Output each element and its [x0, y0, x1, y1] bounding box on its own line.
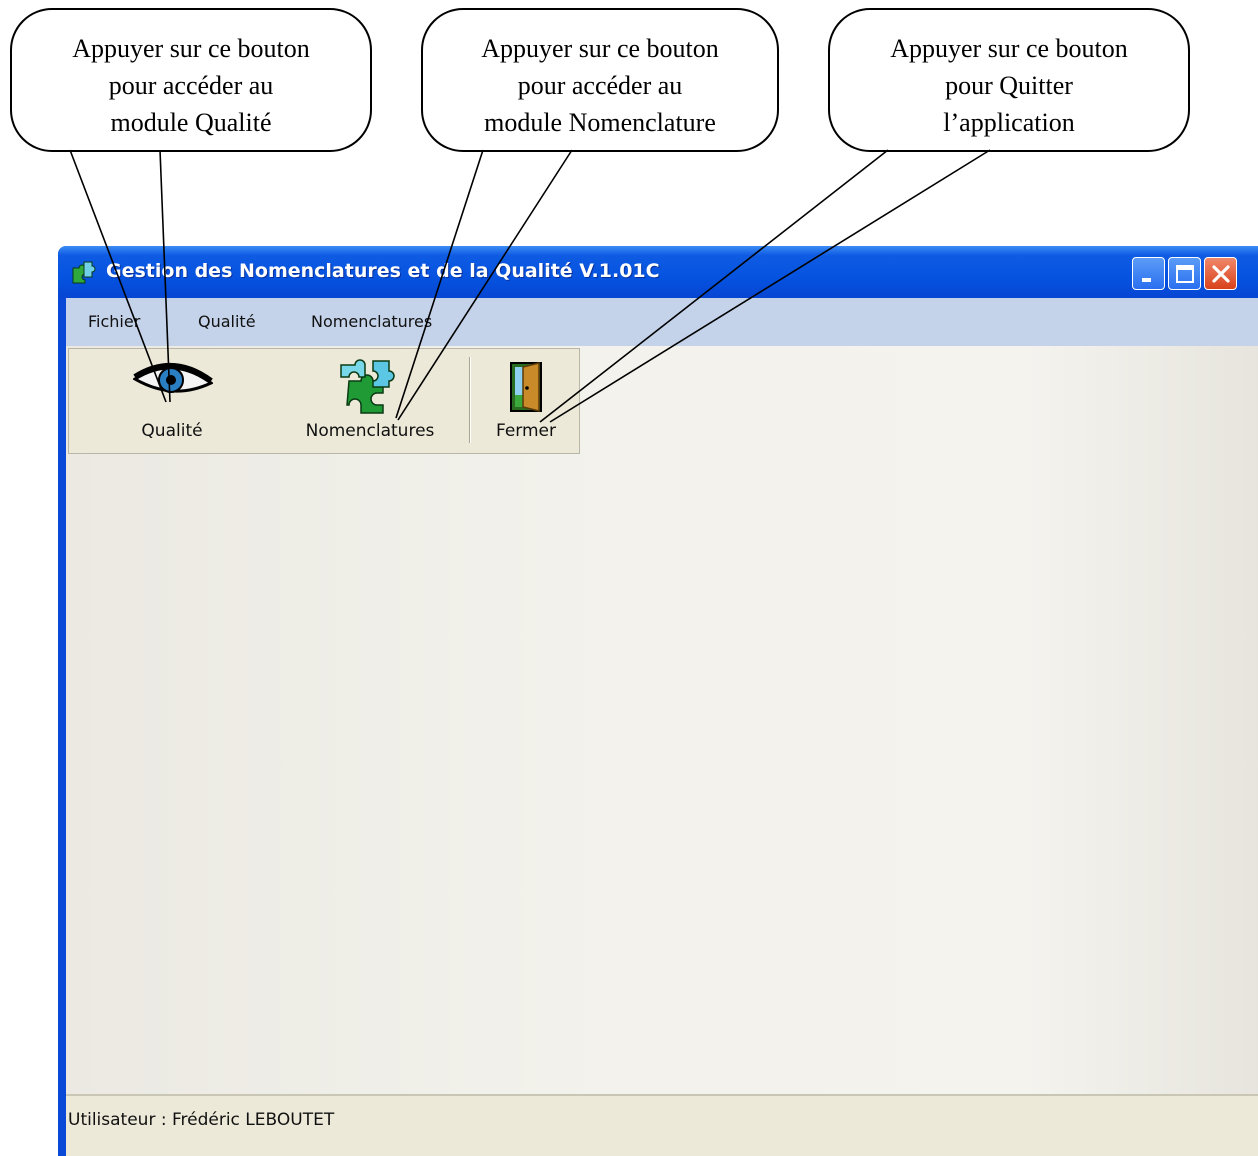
menu-bar: Fichier Qualité Nomenclatures	[66, 298, 1258, 346]
door-icon	[509, 361, 543, 417]
status-bar: Utilisateur : Frédéric LEBOUTET	[66, 1094, 1258, 1156]
app-window: Gestion des Nomenclatures et de la Quali…	[58, 246, 1258, 1156]
callout-line: module Qualité	[110, 108, 272, 137]
nomenclatures-label: Nomenclatures	[305, 421, 435, 441]
callout-quitter: Appuyer sur ce bouton pour Quitter l’app…	[828, 8, 1190, 152]
callout-line: pour Quitter	[945, 71, 1073, 100]
status-user: Utilisateur : Frédéric LEBOUTET	[68, 1110, 335, 1130]
callout-line: Appuyer sur ce bouton	[890, 34, 1128, 63]
client-area: Fichier Qualité Nomenclatures Qualité No…	[66, 298, 1258, 1156]
callout-line: module Nomenclature	[484, 108, 716, 137]
window-title: Gestion des Nomenclatures et de la Quali…	[106, 260, 660, 282]
minimize-icon	[1142, 278, 1151, 282]
puzzle-icon	[70, 260, 100, 288]
eye-icon	[132, 361, 214, 405]
callout-line: Appuyer sur ce bouton	[72, 34, 310, 63]
qualite-label: Qualité	[141, 421, 203, 441]
callout-line: Appuyer sur ce bouton	[481, 34, 719, 63]
qualite-button[interactable]: Qualité	[69, 349, 275, 453]
callout-nomenclature: Appuyer sur ce bouton pour accéder au mo…	[421, 8, 779, 152]
maximize-button[interactable]	[1168, 257, 1201, 290]
close-button[interactable]	[1204, 257, 1237, 290]
nomenclatures-button[interactable]: Nomenclatures	[275, 349, 465, 453]
fermer-button[interactable]: Fermer	[473, 349, 579, 453]
toolbar-separator	[469, 357, 471, 443]
menu-nomenclatures[interactable]: Nomenclatures	[311, 312, 432, 331]
fermer-label: Fermer	[495, 421, 556, 441]
callout-line: pour accéder au	[517, 71, 683, 100]
title-bar[interactable]: Gestion des Nomenclatures et de la Quali…	[58, 246, 1258, 298]
menu-fichier[interactable]: Fichier	[88, 312, 140, 331]
callout-line: l’application	[943, 108, 1075, 137]
callout-line: pour accéder au	[108, 71, 274, 100]
close-icon	[1212, 265, 1230, 283]
menu-qualite[interactable]: Qualité	[198, 312, 256, 331]
toolbar: Qualité Nomenclatures Fermer	[68, 348, 580, 454]
minimize-button[interactable]	[1132, 257, 1165, 290]
maximize-icon	[1176, 265, 1194, 283]
puzzle-icon	[337, 359, 403, 419]
callout-qualite: Appuyer sur ce bouton pour accéder au mo…	[10, 8, 372, 152]
